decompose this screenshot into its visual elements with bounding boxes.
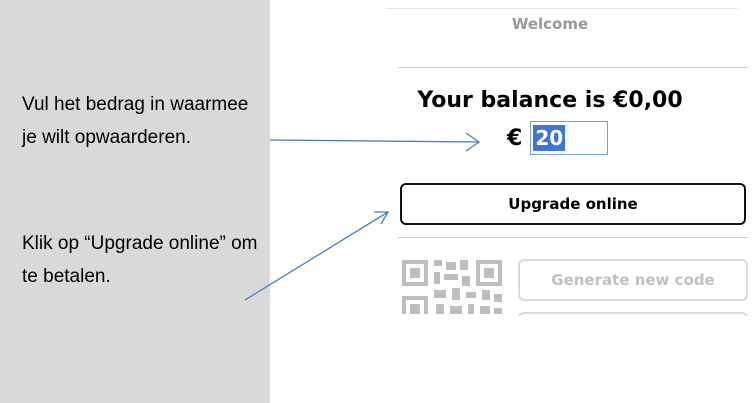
qr-code-icon <box>400 258 504 314</box>
amount-row: € 20 <box>507 118 609 158</box>
divider <box>398 67 748 68</box>
instruction-step-upgrade: Klik op “Upgrade online” om te betalen. <box>22 233 258 287</box>
panel-bottom <box>372 316 755 403</box>
generate-new-code-button[interactable]: Generate new code <box>518 259 748 301</box>
balance-text: Your balance is €0,00 <box>417 88 683 113</box>
divider <box>398 237 748 238</box>
amount-input[interactable]: 20 <box>530 121 609 155</box>
amount-value: 20 <box>533 125 566 151</box>
welcome-title: Welcome <box>511 15 589 33</box>
top-divider <box>386 8 738 9</box>
instruction-callout: Vul het bedrag in waarmee je wilt opwaar… <box>0 0 270 403</box>
wallet-panel: Welcome Your balance is €0,00 € 20 Upgra… <box>372 0 755 403</box>
instruction-step-amount: Vul het bedrag in waarmee je wilt opwaar… <box>22 94 249 148</box>
currency-symbol: € <box>507 125 523 151</box>
upgrade-online-button[interactable]: Upgrade online <box>400 183 746 225</box>
